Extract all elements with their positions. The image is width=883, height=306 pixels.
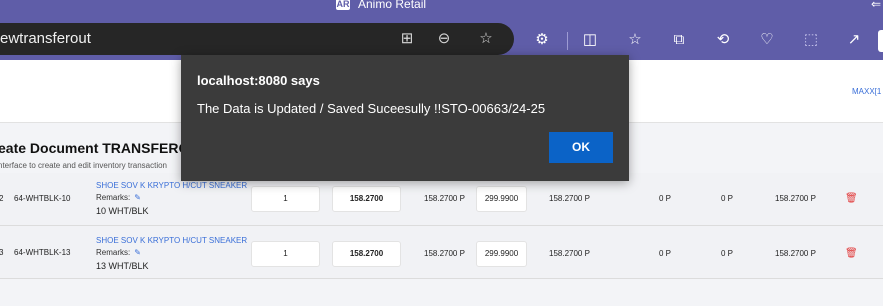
alert-dialog: localhost:8080 says The Data is Updated …: [181, 55, 629, 181]
edit-pencil-icon[interactable]: ✎: [134, 248, 141, 257]
remarks-label: Remarks: ✎: [96, 248, 141, 257]
total-value: 158.2700 P: [775, 249, 816, 258]
mrp-input[interactable]: 299.9900: [476, 241, 527, 267]
item-color: 10 WHT/BLK: [96, 206, 149, 216]
profile-icon[interactable]: [878, 30, 883, 52]
amount-value: 158.2700 P: [424, 194, 465, 203]
screenshot-icon[interactable]: ⬚: [800, 29, 822, 51]
tax2-value: 0 P: [721, 194, 734, 203]
net-amount-value: 158.2700 P: [549, 194, 590, 203]
quantity-input[interactable]: 1: [251, 186, 320, 212]
rate-input[interactable]: 158.2700: [332, 186, 401, 212]
window-title-bar: AR Animo Retail ⇐: [0, 0, 883, 12]
delete-trash-icon[interactable]: 🗑: [845, 248, 858, 259]
tax1-value: 0 P: [659, 249, 672, 258]
browser-essentials-icon[interactable]: ♡: [756, 29, 778, 51]
arrow-back-icon[interactable]: ⇐: [871, 0, 881, 11]
zoom-out-icon[interactable]: ⊖: [433, 28, 455, 50]
product-name[interactable]: SHOE SOV K KRYPTO H/CUT SNEAKER: [96, 181, 247, 190]
favorites-icon[interactable]: ☆: [624, 29, 646, 51]
dialog-title: localhost:8080 says: [197, 73, 320, 88]
item-code: 64-WHTBLK-10: [14, 194, 71, 203]
net-amount-value: 158.2700 P: [549, 249, 590, 258]
row-index: 2: [0, 194, 4, 203]
window-title: Animo Retail: [358, 0, 427, 11]
rate-input[interactable]: 158.2700: [332, 241, 401, 267]
dialog-message: The Data is Updated / Saved Suceesully !…: [197, 101, 546, 116]
split-screen-icon[interactable]: ◫: [579, 29, 601, 51]
toolbar-divider: [567, 32, 568, 50]
page-subtitle: nterface to create and edit inventory tr…: [0, 161, 167, 170]
user-link[interactable]: MAXX[1: [852, 87, 881, 96]
amount-value: 158.2700 P: [424, 249, 465, 258]
row-index: 3: [0, 248, 4, 257]
delete-trash-icon[interactable]: 🗑: [845, 193, 858, 204]
history-icon[interactable]: ⟲: [712, 29, 734, 51]
extensions-icon[interactable]: ⚙: [531, 29, 553, 51]
quantity-input[interactable]: 1: [251, 241, 320, 267]
table-row: 3 64-WHTBLK-13 SHOE SOV K KRYPTO H/CUT S…: [0, 226, 883, 279]
app-available-icon[interactable]: ⊞: [396, 28, 418, 50]
browser-toolbar: ewtransferout ⊞ ⊖ ☆ ⚙ ◫ ☆ ⧉ ⟲ ♡ ⬚ ↗: [0, 12, 883, 60]
ok-button[interactable]: OK: [549, 132, 613, 163]
app-logo-icon: AR: [336, 0, 350, 10]
favorite-star-icon[interactable]: ☆: [475, 28, 497, 50]
product-name[interactable]: SHOE SOV K KRYPTO H/CUT SNEAKER: [96, 236, 247, 245]
tax1-value: 0 P: [659, 194, 672, 203]
item-color: 13 WHT/BLK: [96, 261, 149, 271]
address-bar[interactable]: ewtransferout ⊞ ⊖ ☆: [0, 23, 514, 55]
edit-pencil-icon[interactable]: ✎: [134, 193, 141, 202]
address-bar-url[interactable]: ewtransferout: [0, 30, 91, 47]
collections-icon[interactable]: ⧉: [668, 29, 690, 51]
share-icon[interactable]: ↗: [843, 29, 865, 51]
mrp-input[interactable]: 299.9900: [476, 186, 527, 212]
remarks-label: Remarks: ✎: [96, 193, 141, 202]
tax2-value: 0 P: [721, 249, 734, 258]
page-title: eate Document TRANSFEROUT: [0, 140, 209, 156]
total-value: 158.2700 P: [775, 194, 816, 203]
item-code: 64-WHTBLK-13: [14, 248, 71, 257]
